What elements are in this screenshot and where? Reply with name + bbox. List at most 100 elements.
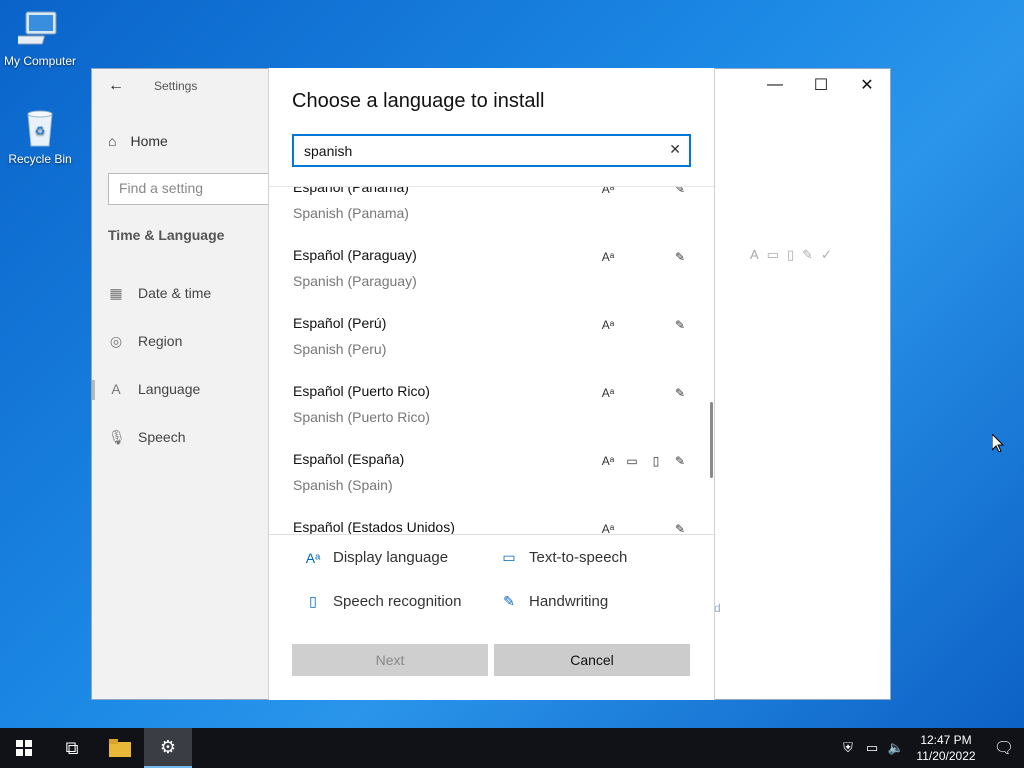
language-name: Español (Panamá) <box>293 186 409 195</box>
list-item[interactable]: Español (Puerto Rico) Spanish (Puerto Ri… <box>269 383 716 451</box>
feature-icons: Aᵃ ▭ ▯ ✎ <box>600 317 688 333</box>
feature-icons: Aᵃ ▭ ▯ ✎ <box>600 521 688 534</box>
text-to-speech-icon: ▭ <box>626 454 638 468</box>
settings-taskbar-icon[interactable]: ⚙ <box>144 728 192 768</box>
dialog-title: Choose a language to install <box>292 90 545 112</box>
clock-time: 12:47 PM <box>920 733 972 747</box>
back-arrow-icon[interactable]: ← <box>108 77 124 94</box>
sidebar-item-region[interactable]: ◎ Region <box>108 333 182 349</box>
next-button[interactable]: Next <box>292 644 488 676</box>
handwriting-icon: ✎ <box>674 318 686 332</box>
search-value: spanish <box>304 143 353 159</box>
language-name: Español (Estados Unidos) <box>293 519 455 534</box>
maximize-icon[interactable]: ☐ <box>798 69 844 101</box>
legend-label: Text-to-speech <box>529 549 628 566</box>
home-icon: ⌂ <box>108 133 117 149</box>
cancel-button[interactable]: Cancel <box>494 644 690 676</box>
display-language-icon: Aᵃ <box>601 386 615 400</box>
sidebar-item-speech[interactable]: 🎙 Speech <box>108 429 185 445</box>
find-setting-placeholder: Find a setting <box>119 180 204 196</box>
computer-icon <box>12 8 62 52</box>
feature-icons: Aᵃ ▭ ▯ ✎ <box>600 385 688 401</box>
clock[interactable]: 12:47 PM 11/20/2022 <box>908 732 984 764</box>
display-language-icon: Aᵃ <box>601 454 615 468</box>
list-item[interactable]: Español (Perú) Spanish (Peru) Aᵃ ▭ ▯ ✎ <box>269 315 716 383</box>
taskbar: ⧉ ⚙ ⛨ ▭ 🔈 12:47 PM 11/20/2022 🗨 <box>0 728 1024 768</box>
svg-text:♻: ♻ <box>35 124 46 138</box>
start-button[interactable] <box>0 728 48 768</box>
section-heading: Time & Language <box>108 227 225 243</box>
legend-speech-recognition: ▯ Speech recognition <box>305 593 461 610</box>
display-language-icon: A <box>750 247 759 262</box>
feature-icons: Aᵃ ▭ ▯ ✎ <box>600 187 688 197</box>
list-item[interactable]: Español (Paraguay) Spanish (Paraguay) Aᵃ… <box>269 247 716 315</box>
window-title: Settings <box>154 79 198 93</box>
sidebar-item-label: Speech <box>138 429 186 445</box>
list-scrollbar[interactable] <box>710 402 713 478</box>
list-item[interactable]: Español (Estados Unidos) Aᵃ ▭ ▯ ✎ <box>269 519 716 534</box>
language-english-name: Spanish (Paraguay) <box>293 273 417 289</box>
microphone-icon: ▯ <box>786 247 795 262</box>
language-icon: A <box>111 381 121 397</box>
clock-date: 11/20/2022 <box>916 749 976 763</box>
file-explorer-icon[interactable] <box>96 728 144 768</box>
display-language-icon: Aᵃ <box>601 522 615 534</box>
language-name: Español (Paraguay) <box>293 247 417 263</box>
language-english-name: Spanish (Panama) <box>293 205 409 221</box>
sidebar-item-home[interactable]: ⌂ Home <box>108 133 168 149</box>
window-controls: — ☐ ✕ <box>752 69 890 101</box>
calendar-icon: ▦ <box>109 285 123 301</box>
recycle-bin-label: Recycle Bin <box>8 152 72 166</box>
volume-icon[interactable]: 🔈 <box>884 740 908 756</box>
language-search-input[interactable]: spanish ✕ <box>292 134 691 167</box>
display-language-icon: Aᵃ <box>601 318 615 332</box>
language-english-name: Spanish (Puerto Rico) <box>293 409 430 425</box>
list-item[interactable]: Español (España) Spanish (Spain) Aᵃ ▭ ▯ … <box>269 451 716 519</box>
legend-label: Display language <box>333 549 449 566</box>
feature-icons: Aᵃ ▭ ▯ ✎ <box>600 453 688 469</box>
handwriting-icon: ✎ <box>674 250 686 264</box>
microphone-icon: ▯ <box>309 593 317 609</box>
minimize-icon[interactable]: — <box>752 69 798 101</box>
sidebar-item-label: Date & time <box>138 285 212 301</box>
close-icon[interactable]: ✕ <box>844 69 890 101</box>
mouse-cursor-icon <box>991 432 1005 453</box>
spellcheck-icon: ✓ <box>821 247 832 262</box>
choose-language-dialog: Choose a language to install spanish ✕ E… <box>268 68 716 700</box>
display-language-icon: Aᵃ <box>305 549 321 566</box>
language-name: Español (Perú) <box>293 315 387 331</box>
globe-icon: ◎ <box>109 333 123 349</box>
text-to-speech-icon: ▭ <box>766 247 779 262</box>
find-setting-input[interactable]: Find a setting <box>108 173 278 205</box>
language-name: Español (Puerto Rico) <box>293 383 430 399</box>
feature-legend: Aᵃ Display language ▭ Text-to-speech ▯ S… <box>269 534 716 700</box>
sidebar-item-label: Region <box>138 333 183 349</box>
network-icon[interactable]: ▭ <box>860 740 884 756</box>
microphone-icon: 🎙 <box>108 429 126 445</box>
my-computer-desktop-icon[interactable]: My Computer <box>0 8 80 68</box>
settings-sidebar: ← Settings ⌂ Home Find a setting Time & … <box>92 69 278 699</box>
legend-label: Handwriting <box>529 593 609 610</box>
handwriting-icon: ✎ <box>503 593 515 609</box>
handwriting-icon: ✎ <box>674 522 686 534</box>
clear-icon[interactable]: ✕ <box>669 141 681 158</box>
active-indicator <box>92 380 95 400</box>
language-english-name: Spanish (Peru) <box>293 341 387 357</box>
feature-icons: Aᵃ ▭ ▯ ✎ <box>600 249 688 265</box>
recycle-bin-desktop-icon[interactable]: ♻ Recycle Bin <box>0 106 80 166</box>
notification-icon[interactable]: 🗨 <box>984 738 1024 758</box>
list-item[interactable]: Español (Panamá) Spanish (Panama) Aᵃ ▭ ▯… <box>269 186 716 247</box>
language-list: Español (Panamá) Spanish (Panama) Aᵃ ▭ ▯… <box>269 186 716 534</box>
legend-handwriting: ✎ Handwriting <box>501 593 608 610</box>
display-language-icon: Aᵃ <box>601 250 615 264</box>
security-icon[interactable]: ⛨ <box>836 740 860 756</box>
sidebar-item-language[interactable]: A Language <box>108 381 200 397</box>
microphone-icon: ▯ <box>652 454 660 468</box>
sidebar-item-date-time[interactable]: ▦ Date & time <box>108 285 211 301</box>
windows-logo-icon <box>16 740 32 756</box>
text-to-speech-icon: ▭ <box>502 549 516 565</box>
language-name: Español (España) <box>293 451 405 467</box>
language-feature-icons: A ▭ ▯ ✎ ✓ <box>750 247 832 263</box>
legend-text-to-speech: ▭ Text-to-speech <box>501 549 627 566</box>
task-view-icon[interactable]: ⧉ <box>48 728 96 768</box>
